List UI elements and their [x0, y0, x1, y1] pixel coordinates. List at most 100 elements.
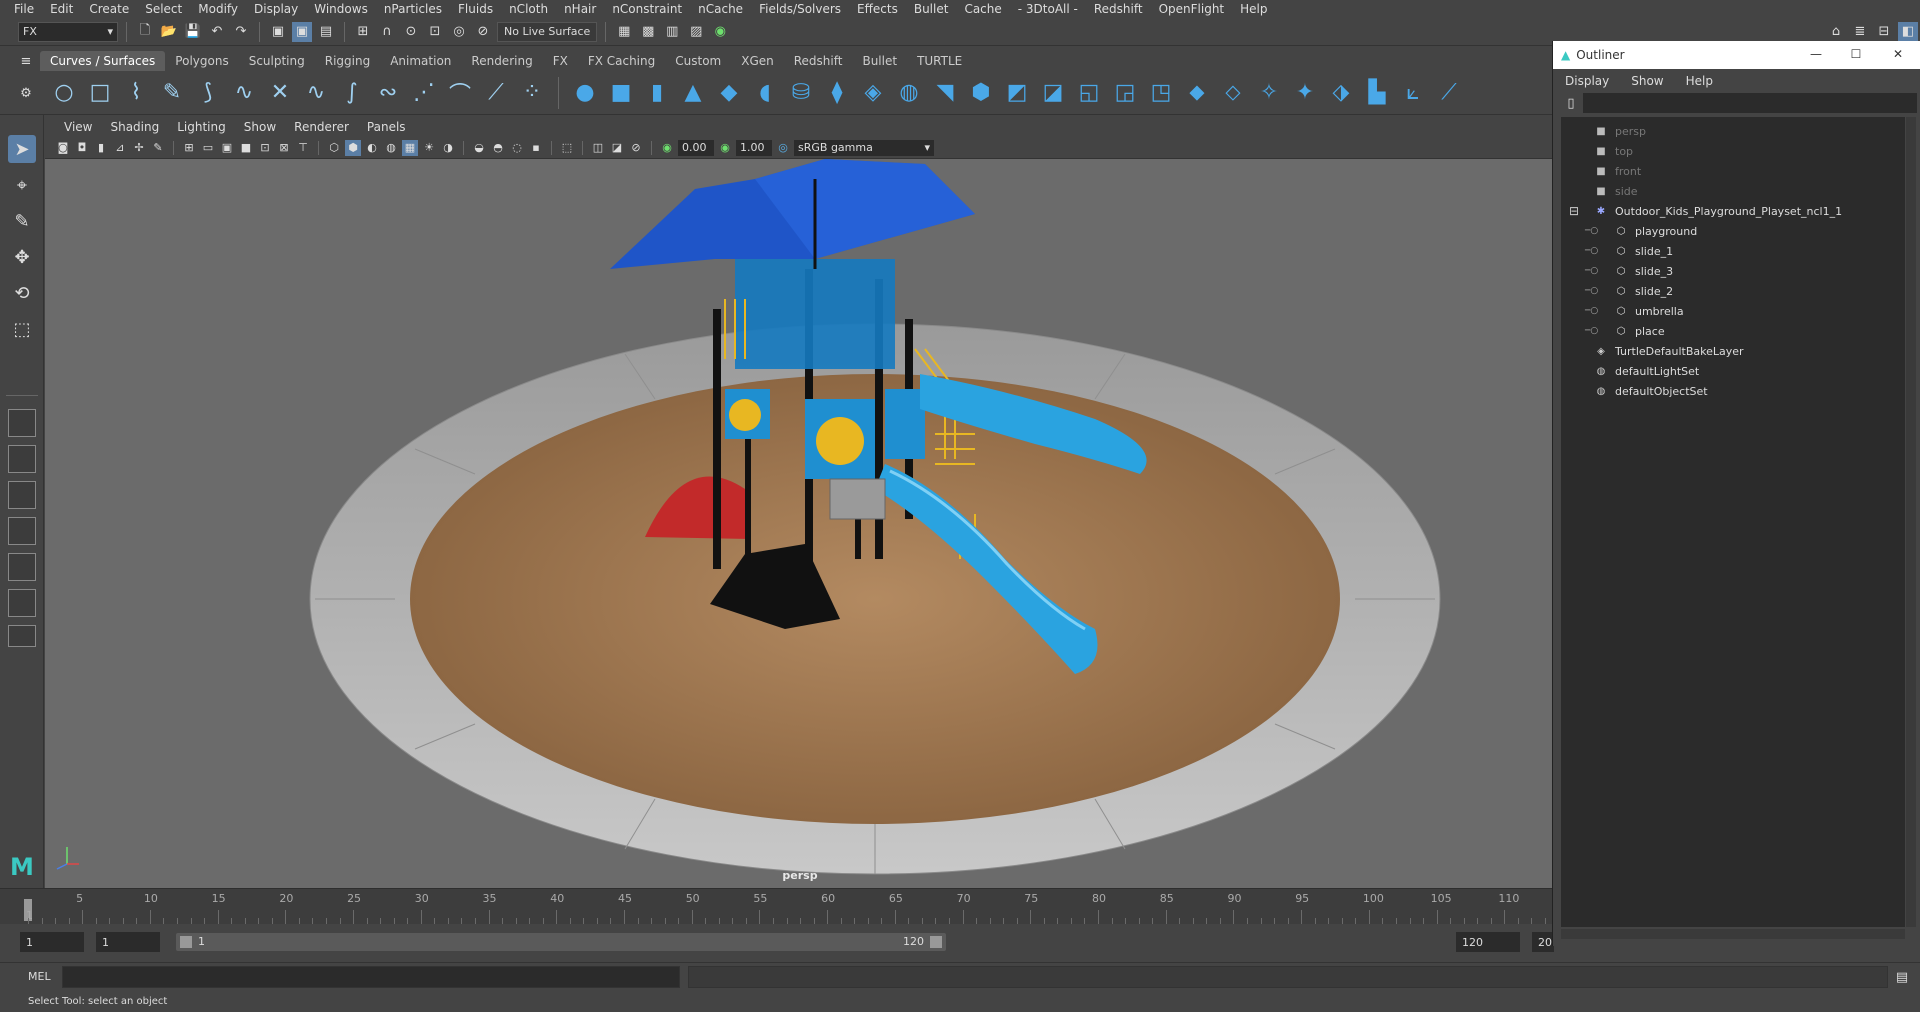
two-pane-layout-icon[interactable] — [8, 481, 36, 509]
nurbs-cube-icon[interactable]: ■ — [607, 79, 635, 107]
outliner-item[interactable]: ─○ ⬡ place — [1585, 321, 1665, 341]
toggle-panels-icon[interactable]: ≣ — [1850, 22, 1870, 42]
panel-menu-item[interactable]: Show — [235, 120, 285, 134]
planar-icon[interactable]: ◈ — [859, 79, 887, 107]
panel-menu-item[interactable]: Lighting — [168, 120, 235, 134]
render-view-icon[interactable]: ▩ — [638, 22, 658, 42]
pencil-curve-icon[interactable]: ∿ — [230, 79, 258, 107]
exposure-field[interactable]: 0.00 — [678, 139, 714, 156]
make-live-icon[interactable]: ⊘ — [473, 22, 493, 42]
extend-surface-icon[interactable]: ⬦ — [1219, 79, 1247, 107]
color-management-icon[interactable]: ◎ — [775, 140, 791, 156]
snap-grid-icon[interactable]: ⊞ — [353, 22, 373, 42]
save-scene-icon[interactable]: 💾 — [183, 22, 203, 42]
shelf-tab[interactable]: FX Caching — [578, 51, 665, 71]
outliner-item[interactable]: ■ persp — [1593, 121, 1646, 141]
menu-item[interactable]: Help — [1232, 2, 1275, 16]
offset-surface-icon[interactable]: ✦ — [1291, 79, 1319, 107]
live-surface-field[interactable]: No Live Surface — [497, 21, 598, 42]
attach-curves-icon[interactable]: ∿ — [302, 79, 330, 107]
range-start-handle[interactable] — [180, 936, 192, 948]
ambient-occlusion-icon[interactable]: ◒ — [471, 140, 487, 156]
select-hierarchy-icon[interactable]: ▣ — [268, 22, 288, 42]
outliner-item[interactable]: ■ side — [1593, 181, 1637, 201]
outliner-search-input[interactable] — [1583, 93, 1917, 113]
menu-item[interactable]: Modify — [190, 2, 246, 16]
shelf-tab[interactable]: Redshift — [784, 51, 853, 71]
menu-item[interactable]: nParticles — [376, 2, 450, 16]
ep-curve-icon[interactable]: ✎ — [158, 79, 186, 107]
select-object-icon[interactable]: ▣ — [292, 21, 312, 42]
intersect-icon[interactable]: ◱ — [1075, 79, 1103, 107]
smooth-shade-icon[interactable]: ⬢ — [345, 139, 361, 156]
outliner-item[interactable]: ◍ defaultLightSet — [1593, 361, 1700, 381]
camera-select-icon[interactable]: ◙ — [55, 140, 71, 156]
insert-knot-icon[interactable]: ∾ — [374, 79, 402, 107]
nurbs-square-icon[interactable]: □ — [86, 79, 114, 107]
menu-item[interactable]: Windows — [306, 2, 376, 16]
cv-curve-icon[interactable]: ⌇ — [122, 79, 150, 107]
grease-pencil-icon[interactable]: ✎ — [150, 140, 166, 156]
nurbs-torus-icon[interactable]: ◖ — [751, 79, 779, 107]
menu-set-select[interactable]: FX ▾ — [18, 21, 118, 42]
perspective-viewport[interactable]: persp — [45, 159, 1555, 888]
shelf-tab[interactable]: Custom — [665, 51, 731, 71]
outliner-item[interactable]: ─○ ⬡ umbrella — [1585, 301, 1684, 321]
outliner-item[interactable]: ─○ ⬡ slide_2 — [1585, 281, 1673, 301]
xray-joints-icon[interactable]: ◪ — [609, 140, 625, 156]
shadows-icon[interactable]: ◑ — [440, 140, 456, 156]
outliner-vertical-scrollbar[interactable] — [1906, 117, 1916, 927]
menu-item[interactable]: Bullet — [906, 2, 957, 16]
extrude-icon[interactable]: ◍ — [895, 79, 923, 107]
menu-item[interactable]: OpenFlight — [1151, 2, 1233, 16]
collapse-icon[interactable]: ⊟ — [1569, 204, 1579, 218]
outliner-item[interactable]: ◈ TurtleDefaultBakeLayer — [1593, 341, 1743, 361]
arc-tool-icon[interactable]: ✕ — [266, 79, 294, 107]
paint-select-icon[interactable]: ✎ — [8, 207, 36, 235]
open-scene-icon[interactable]: 📂 — [159, 22, 179, 42]
nurbs-cylinder-icon[interactable]: ▮ — [643, 79, 671, 107]
nurbs-cone-icon[interactable]: ▲ — [679, 79, 707, 107]
menu-item[interactable]: Select — [137, 2, 190, 16]
gamma-field[interactable]: 1.00 — [736, 139, 772, 156]
shelf-tab[interactable]: Rendering — [461, 51, 542, 71]
hypershade-icon[interactable]: ◉ — [710, 22, 730, 42]
persp-outliner-layout-icon[interactable] — [8, 517, 36, 545]
toggle-outliner-icon[interactable]: ◧ — [1898, 21, 1918, 42]
project-curve-icon[interactable]: ◲ — [1111, 79, 1139, 107]
view-transform-select[interactable]: sRGB gamma ▾ — [794, 139, 934, 156]
bevel-plus-icon[interactable]: ◪ — [1039, 79, 1067, 107]
panel-menu-item[interactable]: Shading — [101, 120, 168, 134]
exposure-icon[interactable]: ◉ — [659, 140, 675, 156]
shelf-settings-icon[interactable]: ⚙ — [16, 83, 36, 103]
menu-item[interactable]: nConstraint — [604, 2, 690, 16]
shelf-tab[interactable]: Bullet — [852, 51, 907, 71]
offset-curve-icon[interactable]: ⌒ — [446, 79, 474, 108]
menu-item[interactable]: Effects — [849, 2, 906, 16]
outliner-menu-item[interactable]: Display — [1565, 74, 1609, 88]
close-icon[interactable]: ✕ — [1889, 45, 1907, 63]
xray-components-icon[interactable]: ⊘ — [628, 140, 644, 156]
gamma-icon[interactable]: ◉ — [717, 140, 733, 156]
safe-action-icon[interactable]: ⊠ — [276, 140, 292, 156]
nurbs-plane-icon[interactable]: ◆ — [715, 79, 743, 107]
move-tool-icon[interactable]: ✥ — [8, 243, 36, 271]
resolution-gate-icon[interactable]: ▣ — [219, 140, 235, 156]
extend-curve-icon[interactable]: ⋰ — [410, 79, 438, 107]
select-tool-icon[interactable]: ➤ — [8, 135, 36, 163]
shelf-tab[interactable]: Rigging — [315, 51, 380, 71]
select-component-icon[interactable]: ▤ — [316, 22, 336, 42]
shelf-tab[interactable]: Curves / Surfaces — [40, 51, 166, 71]
menu-item[interactable]: File — [6, 2, 42, 16]
rebuild-surface-icon[interactable]: ⬗ — [1327, 79, 1355, 107]
menu-item[interactable]: nHair — [556, 2, 604, 16]
shelf-tab[interactable]: TURTLE — [907, 51, 972, 71]
revolve-icon[interactable]: ⛁ — [787, 79, 815, 107]
shelf-tab[interactable]: Animation — [380, 51, 461, 71]
time-slider[interactable]: 1 5 10 15 20 25 30 35 40 45 50 55 60 65 70 75 80 85 90 95 1… — [0, 888, 1555, 924]
use-all-lights-icon[interactable]: ☀ — [421, 140, 437, 156]
textured-icon[interactable]: ▦ — [402, 139, 418, 156]
outliner-item[interactable]: ■ top — [1593, 141, 1633, 161]
range-end-handle[interactable] — [930, 936, 942, 948]
boundary-icon[interactable]: ⬢ — [967, 79, 995, 107]
